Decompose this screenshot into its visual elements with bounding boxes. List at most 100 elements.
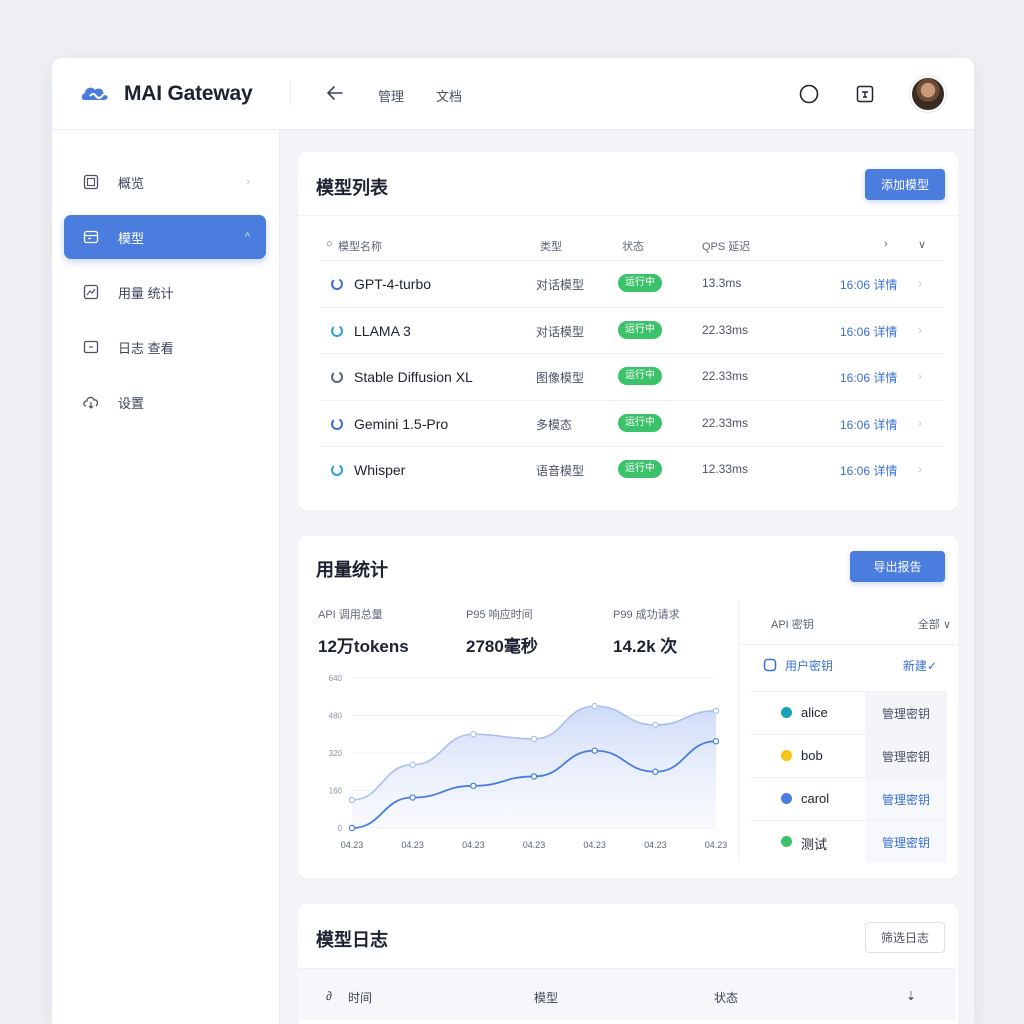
top-nav-item[interactable]: 管理 — [378, 86, 404, 105]
sidebar-item-usage[interactable]: 用量 统计 — [64, 270, 266, 314]
user-dot-icon — [781, 793, 792, 804]
model-detail-link[interactable]: 16:06 详情 — [840, 323, 897, 340]
column-header[interactable]: 状态 — [622, 238, 644, 254]
model-table-header: ○ 模型名称 类型 状态 QPS 延迟 › ∨ — [320, 230, 944, 260]
stat-value: 14.2k 次 — [613, 637, 678, 656]
new-key-link[interactable]: 新建✓ — [903, 657, 937, 674]
status-badge: 运行中 — [618, 320, 662, 339]
manage-keys-button[interactable]: 管理密钥 — [865, 778, 947, 820]
logs-card: 模型日志 筛选日志 ∂ 时间 模型 状态 ⇣ — [298, 904, 958, 1024]
sort-icon[interactable]: › — [884, 238, 888, 250]
notifications-button[interactable] — [854, 83, 876, 105]
chevron-right-icon[interactable]: › — [918, 276, 922, 290]
status-button[interactable] — [798, 83, 820, 105]
table-row[interactable]: GPT-4-turbo 对话模型 运行中 13.3ms 16:06 详情 › — [320, 260, 944, 306]
column-header[interactable]: 模型 — [534, 989, 558, 1006]
model-icon — [330, 370, 344, 384]
api-keys-filter-label: 全部 — [917, 619, 940, 631]
table-row[interactable]: Whisper 语音模型 运行中 12.33ms 16:06 详情 › — [320, 446, 944, 492]
usage-card: 用量统计 导出报告 API 调用总量 12万tokens P95 响应时间 27… — [298, 536, 959, 878]
y-tick-label: 640 — [329, 674, 343, 683]
model-type: 对话模型 — [536, 278, 585, 292]
model-list-card: 模型列表 添加模型 ○ 模型名称 类型 状态 QPS 延迟 › ∨ GPT-4-… — [298, 152, 958, 510]
model-name: LLAMA 3 — [354, 322, 411, 339]
list-item[interactable]: bob 管理密钥 — [751, 734, 947, 777]
model-detail-link[interactable]: 16:06 详情 — [840, 416, 897, 433]
x-tick-label: 04.23 — [705, 840, 728, 850]
top-nav-item[interactable]: 文档 — [436, 86, 462, 105]
table-row[interactable]: Gemini 1.5-Pro 多模态 运行中 22.33ms 16:06 详情 › — [320, 399, 944, 446]
model-type: 语音模型 — [536, 464, 585, 478]
user-avatar[interactable] — [910, 76, 946, 112]
list-item[interactable]: alice 管理密钥 — [751, 691, 947, 734]
log-icon — [82, 338, 100, 356]
sidebar-item-label: 设置 — [118, 395, 145, 411]
user-dot-icon — [781, 836, 792, 847]
model-detail-link[interactable]: 16:06 详情 — [840, 369, 897, 386]
table-row[interactable]: LLAMA 3 对话模型 运行中 22.33ms 16:06 详情 › — [320, 306, 944, 353]
data-point — [470, 782, 477, 790]
chevron-down-icon[interactable]: ∨ — [918, 238, 926, 251]
api-keys-filter[interactable]: 全部 ∨ — [918, 616, 951, 632]
x-tick-label: 04.23 — [644, 840, 667, 850]
chevron-right-icon[interactable]: › — [918, 462, 922, 476]
brand[interactable]: MAI Gateway — [80, 82, 253, 106]
model-name: Whisper — [354, 462, 406, 478]
model-icon — [330, 324, 344, 338]
add-model-button[interactable]: 添加模型 — [865, 169, 945, 200]
usage-title: 用量统计 — [316, 560, 388, 580]
header-radio-icon[interactable]: ○ — [326, 238, 333, 250]
sidebar-item-logs[interactable]: 日志 查看 — [64, 325, 266, 369]
sidebar-item-overview[interactable]: 概览 › — [64, 160, 266, 204]
chevron-right-icon[interactable]: › — [918, 323, 922, 337]
top-nav: 管理 文档 — [378, 86, 462, 105]
model-name: Stable Diffusion XL — [354, 369, 473, 385]
model-detail-link[interactable]: 16:06 详情 — [840, 276, 897, 293]
model-icon — [82, 228, 100, 246]
sort-icon[interactable]: ⇣ — [906, 989, 916, 1003]
model-list-title: 模型列表 — [316, 178, 388, 198]
chevron-right-icon[interactable]: › — [918, 416, 922, 430]
manage-keys-button[interactable]: 管理密钥 — [865, 821, 947, 863]
column-header[interactable]: QPS 延迟 — [702, 238, 750, 254]
user-keys-label: 用户密钥 — [785, 659, 834, 673]
data-point — [409, 761, 416, 768]
top-bar: MAI Gateway 管理 文档 — [52, 58, 974, 130]
logs-title: 模型日志 — [316, 930, 388, 950]
data-point — [652, 768, 659, 775]
manage-keys-button[interactable]: 管理密钥 — [865, 692, 947, 734]
x-tick-label: 04.23 — [341, 840, 364, 850]
data-point — [348, 824, 356, 832]
model-latency: 22.33ms — [702, 369, 749, 383]
model-name: GPT-4-turbo — [354, 276, 432, 292]
model-latency: 13.3ms — [702, 276, 742, 290]
manage-keys-button[interactable]: 管理密钥 — [865, 735, 947, 777]
user-name: bob — [801, 748, 823, 763]
export-report-button[interactable]: 导出报告 — [850, 551, 945, 582]
usage-chart: 0 160 320 480 640 04.23 04.23 04.23 04.23 04.23 04… — [318, 664, 728, 864]
status-badge: 运行中 — [618, 460, 662, 478]
column-header[interactable]: 类型 — [540, 238, 562, 254]
table-row[interactable]: Stable Diffusion XL 图像模型 运行中 22.33ms 16:06 详… — [320, 353, 944, 399]
cloud-icon — [82, 393, 100, 411]
list-item[interactable]: 测试 管理密钥 — [751, 820, 947, 863]
chevron-right-icon[interactable]: › — [918, 369, 922, 383]
model-detail-link[interactable]: 16:06 详情 — [840, 462, 897, 479]
status-badge: 运行中 — [618, 274, 662, 292]
stat-label: P99 成功请求 — [613, 609, 680, 621]
circle-icon — [799, 84, 819, 104]
bell-box-icon — [856, 85, 874, 103]
column-header[interactable]: 状态 — [714, 989, 738, 1006]
data-point — [409, 794, 416, 801]
sidebar-item-label: 日志 查看 — [118, 340, 174, 356]
column-header[interactable]: 模型名称 — [338, 238, 382, 254]
list-item[interactable]: carol 管理密钥 — [751, 777, 947, 820]
app-window: MAI Gateway 管理 文档 概览 › 模型 ^ 用量 统计 日志 查看 … — [52, 58, 974, 1024]
filter-logs-button[interactable]: 筛选日志 — [865, 922, 945, 953]
column-header[interactable]: 时间 — [348, 989, 372, 1006]
back-button[interactable] — [324, 82, 346, 104]
sidebar-item-settings[interactable]: 设置 — [64, 380, 266, 424]
sidebar-item-models[interactable]: 模型 ^ — [64, 215, 266, 259]
x-tick-label: 04.23 — [523, 840, 546, 850]
api-keys-title: API 密钥 — [771, 619, 814, 631]
